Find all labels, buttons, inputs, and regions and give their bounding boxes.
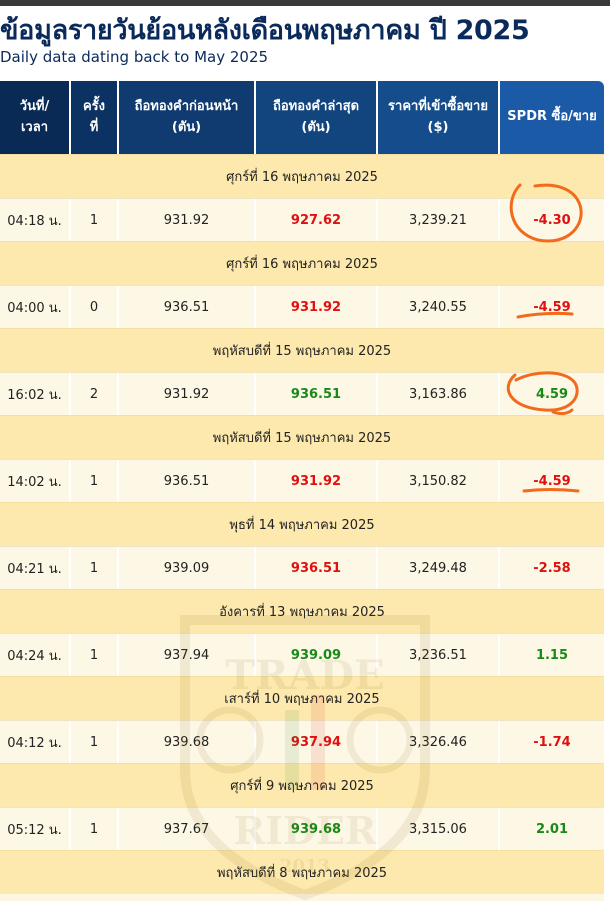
date-group-header: ศุกร์ที่ 16 พฤษภาคม 2025 bbox=[0, 241, 604, 285]
table-row: 16:02 น. 2 931.92 936.51 3,163.86 4.59 bbox=[0, 372, 604, 415]
cell-latest-holding: 937.94 bbox=[256, 721, 378, 763]
cell-prev-holding: 937.67 bbox=[119, 808, 256, 850]
cell-trade-price: 3,239.21 bbox=[378, 199, 500, 241]
col-header-latest-holding: ถือทองคำล่าสุด (ตัน) bbox=[256, 81, 378, 154]
date-group-header: พุธที่ 14 พฤษภาคม 2025 bbox=[0, 502, 604, 546]
col-header-count: ครั้ง ที่ bbox=[71, 81, 119, 154]
cell-trade-price: 3,315.06 bbox=[378, 808, 500, 850]
cell-spdr-change: -2.58 bbox=[533, 560, 571, 576]
cell-spdr-change: 4.59 bbox=[535, 386, 569, 402]
cell-spdr-change: 1.15 bbox=[535, 647, 569, 663]
cell-trade-price: 3,326.46 bbox=[378, 721, 500, 763]
date-group-header: พฤหัสบดีที่ 15 พฤษภาคม 2025 bbox=[0, 328, 604, 372]
cell-time: 04:21 น. bbox=[0, 547, 71, 589]
table-row: 14:02 น. 1 936.51 931.92 3,150.82 -4.59 bbox=[0, 459, 604, 502]
date-group-header: พฤหัสบดีที่ 15 พฤษภาคม 2025 bbox=[0, 415, 604, 459]
table-row: 04:21 น. 1 939.09 936.51 3,249.48 -2.58 bbox=[0, 546, 604, 589]
cell-spdr-change: -4.59 bbox=[533, 299, 571, 315]
cell-latest-holding: 939.09 bbox=[256, 634, 378, 676]
cell-count: 1 bbox=[71, 460, 119, 502]
cell-time: 04:18 น. bbox=[0, 199, 71, 241]
col-header-trade-price: ราคาที่เข้าซื้อขาย ($) bbox=[378, 81, 500, 154]
cell-time: 14:02 น. bbox=[0, 460, 71, 502]
cell-trade-price: 3,163.86 bbox=[378, 373, 500, 415]
cell-trade-price: 3,236.51 bbox=[378, 634, 500, 676]
cell-prev-holding: 937.94 bbox=[119, 634, 256, 676]
cell-time: 04:00 น. bbox=[0, 286, 71, 328]
cell-latest-holding: 936.51 bbox=[256, 547, 378, 589]
cell-count: 0 bbox=[71, 286, 119, 328]
cell-prev-holding: 936.51 bbox=[119, 286, 256, 328]
cell-prev-holding: 931.92 bbox=[119, 373, 256, 415]
cell-latest-holding: 927.62 bbox=[256, 199, 378, 241]
cell-prev-holding: 936.51 bbox=[119, 460, 256, 502]
cell-count: 1 bbox=[71, 199, 119, 241]
top-bar bbox=[0, 0, 610, 6]
cell-latest-holding: 936.51 bbox=[256, 373, 378, 415]
cell-spdr-change: 2.01 bbox=[535, 821, 569, 837]
cell-count: 2 bbox=[71, 373, 119, 415]
cell-count: 1 bbox=[71, 721, 119, 763]
cell-latest-holding: 931.92 bbox=[256, 286, 378, 328]
table-row: 04:24 น. 1 937.94 939.09 3,236.51 1.15 bbox=[0, 633, 604, 676]
date-group-header: เสาร์ที่ 10 พฤษภาคม 2025 bbox=[0, 676, 604, 720]
cell-prev-holding: 939.09 bbox=[119, 547, 256, 589]
table-row: 05:12 น. 1 937.67 939.68 3,315.06 2.01 bbox=[0, 807, 604, 850]
page-subtitle: Daily data dating back to May 2025 bbox=[0, 48, 269, 66]
cell-time: 16:02 น. bbox=[0, 373, 71, 415]
col-header-datetime: วันที่/ เวลา bbox=[0, 81, 71, 154]
date-group-header: พฤหัสบดีที่ 8 พฤษภาคม 2025 bbox=[0, 850, 604, 894]
table-header: วันที่/ เวลา ครั้ง ที่ ถือทองคำก่อนหน้า … bbox=[0, 81, 604, 154]
cell-time: 05:12 น. bbox=[0, 808, 71, 850]
table-row: 04:18 น. 1 931.92 927.62 3,239.21 -4.30 bbox=[0, 198, 604, 241]
date-group-header: ศุกร์ที่ 16 พฤษภาคม 2025 bbox=[0, 154, 604, 198]
table-row: 04:12 น. 1 939.68 937.94 3,326.46 -1.74 bbox=[0, 720, 604, 763]
cell-trade-price: 3,249.48 bbox=[378, 547, 500, 589]
page-title: ข้อมูลรายวันย้อนหลังเดือนพฤษภาคม ปี 2025 bbox=[0, 15, 530, 46]
table-row: 04:00 น. 0 936.51 931.92 3,240.55 -4.59 bbox=[0, 285, 604, 328]
col-header-spdr-change: SPDR ซื้อ/ขาย bbox=[500, 81, 604, 154]
spdr-data-table: วันที่/ เวลา ครั้ง ที่ ถือทองคำก่อนหน้า … bbox=[0, 81, 604, 901]
cell-spdr-change: -4.59 bbox=[533, 473, 571, 489]
cell-spdr-change: -1.74 bbox=[533, 734, 571, 750]
cell-time: 04:24 น. bbox=[0, 634, 71, 676]
date-group-header: ศุกร์ที่ 9 พฤษภาคม 2025 bbox=[0, 763, 604, 807]
cell-latest-holding: 939.68 bbox=[256, 808, 378, 850]
cell-prev-holding: 939.68 bbox=[119, 721, 256, 763]
cell-trade-price: 3,240.55 bbox=[378, 286, 500, 328]
cell-prev-holding: 931.92 bbox=[119, 199, 256, 241]
cell-spdr-change: -4.30 bbox=[533, 212, 571, 228]
cell-count: 1 bbox=[71, 547, 119, 589]
cell-latest-holding: 931.92 bbox=[256, 460, 378, 502]
col-header-prev-holding: ถือทองคำก่อนหน้า (ตัน) bbox=[119, 81, 256, 154]
cell-count: 1 bbox=[71, 634, 119, 676]
cell-count: 1 bbox=[71, 808, 119, 850]
cell-trade-price: 3,150.82 bbox=[378, 460, 500, 502]
table-body: ศุกร์ที่ 16 พฤษภาคม 2025 04:18 น. 1 931.92 9… bbox=[0, 154, 604, 894]
date-group-header: อังคารที่ 13 พฤษภาคม 2025 bbox=[0, 589, 604, 633]
cell-time: 04:12 น. bbox=[0, 721, 71, 763]
